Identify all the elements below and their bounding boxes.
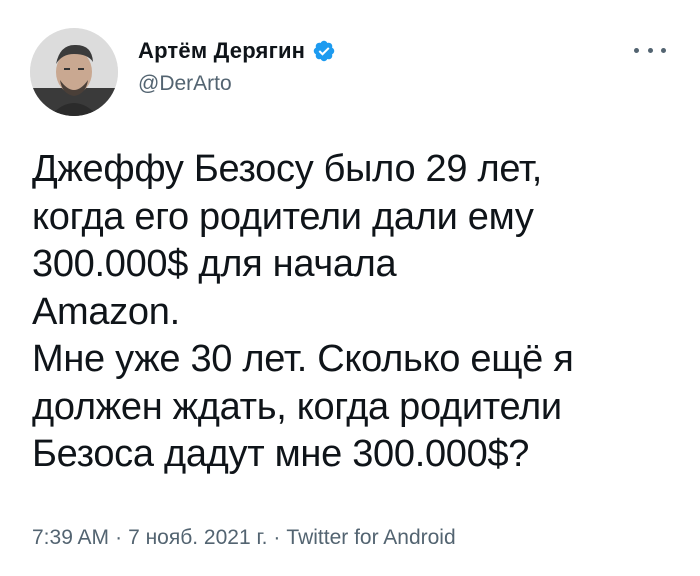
author-handle[interactable]: @DerArto [138,72,336,96]
tweet-text-line: Безоса дадут мне 300.000$? [32,433,530,475]
more-dot [661,47,666,53]
tweet-text-line: 300.000$ для начала [32,243,397,285]
name-row: Артём Дерягин [138,36,336,66]
tweet-text-line: Джеффу Безосу было 29 лет, [32,148,543,190]
tweet-source[interactable]: Twitter for Android [286,526,455,549]
tweet-text-line: должен ждать, когда родители [32,385,562,428]
tweet-text-line: Amazon. [32,290,180,333]
more-dot [647,47,653,53]
tweet-text-line: Мне уже 30 лет. Сколько ещё я [32,338,574,380]
author-block: Артём Дерягин @DerArto [138,36,336,96]
more-options-icon[interactable] [634,38,666,62]
tweet-meta: 7:39 AM · 7 нояб. 2021 г. · Twitter for Andr… [32,526,456,550]
meta-separator: · [273,526,281,549]
verified-badge-icon [312,39,336,63]
tweet-date[interactable]: 7 нояб. 2021 г. [128,526,267,549]
tweet-time[interactable]: 7:39 AM [32,526,109,549]
tweet-text-line: когда его родители дали ему [32,195,534,238]
avatar[interactable] [30,28,118,116]
tweet-text: Джеффу Безосу было 29 лет, когда его род… [32,146,682,479]
tweet-card: Артём Дерягин @DerArto Джеффу Безосу был… [0,0,700,576]
avatar-image [30,28,118,116]
more-dot [634,47,639,53]
meta-separator: · [115,526,123,549]
author-display-name[interactable]: Артём Дерягин [138,38,305,64]
